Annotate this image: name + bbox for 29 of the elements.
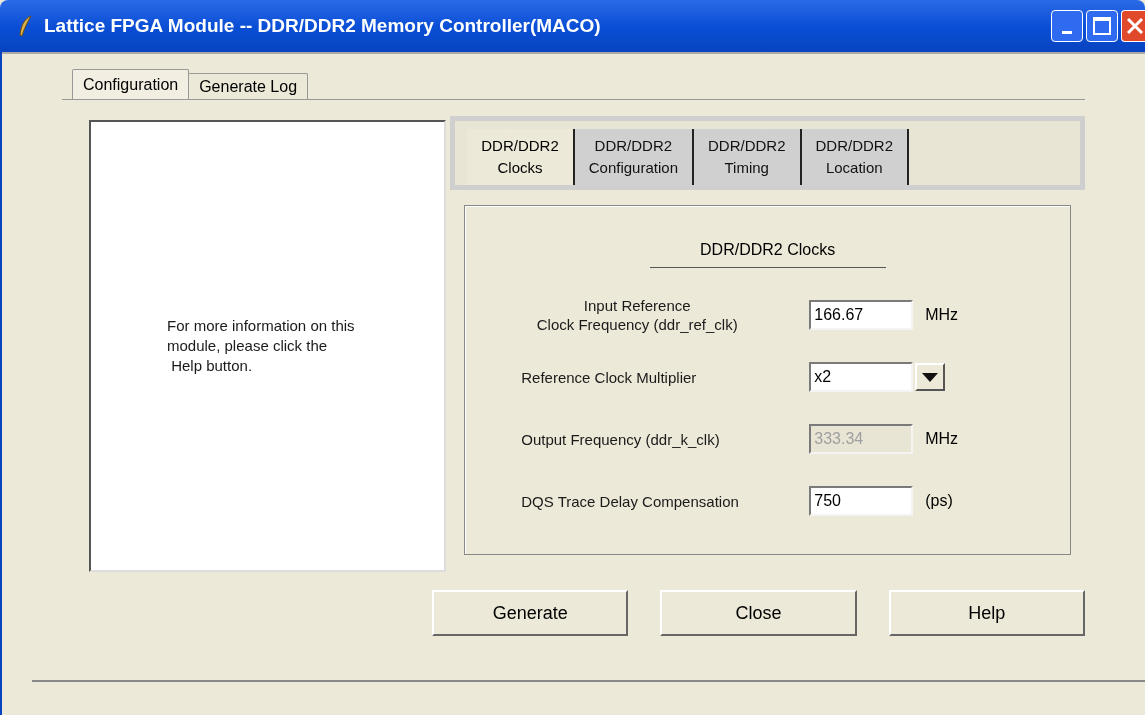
dialog-button[interactable]: Generate bbox=[432, 590, 629, 636]
section-tab[interactable]: DDR/DDR2 Location bbox=[801, 129, 909, 185]
window-title: Lattice FPGA Module -- DDR/DDR2 Memory Controller(MACO) bbox=[44, 13, 601, 38]
unit-label: MHz bbox=[925, 305, 959, 325]
info-text: For more information on this module, please click the Help button. bbox=[167, 316, 355, 376]
dropdown-field[interactable]: x2 bbox=[809, 362, 914, 392]
tab[interactable]: Configuration bbox=[72, 69, 190, 99]
maximize-button[interactable] bbox=[1086, 10, 1118, 42]
field-label: Output Frequency (ddr_k_clk) bbox=[520, 429, 721, 449]
caret-icon bbox=[922, 372, 939, 382]
text-field[interactable]: 166.67 bbox=[809, 300, 914, 330]
section-tab[interactable]: DDR/DDR2 Timing bbox=[694, 129, 802, 185]
dialog-button[interactable]: Close bbox=[660, 590, 857, 636]
text-field[interactable]: 750 bbox=[809, 486, 914, 516]
unit-label: MHz bbox=[925, 429, 959, 449]
dialog-button[interactable]: Help bbox=[888, 590, 1085, 636]
dropdown-button[interactable] bbox=[915, 363, 946, 391]
minimize-button[interactable] bbox=[1051, 10, 1083, 42]
unit-label: (ps) bbox=[925, 491, 953, 511]
field-label: DQS Trace Delay Compensation bbox=[520, 491, 740, 511]
close-icon bbox=[1126, 17, 1144, 35]
feather-icon bbox=[18, 15, 34, 37]
section-tab[interactable]: DDR/DDR2 Clocks bbox=[467, 129, 575, 185]
tab[interactable]: Generate Log bbox=[188, 73, 309, 99]
field-label: Reference Clock Multiplier bbox=[520, 367, 698, 387]
field-label: Input Reference Clock Frequency (ddr_ref_clk) bbox=[535, 296, 739, 334]
section-tab[interactable]: DDR/DDR2 Configuration bbox=[574, 129, 694, 185]
close-button[interactable] bbox=[1121, 10, 1145, 42]
section-title: DDR/DDR2 Clocks bbox=[700, 241, 836, 258]
